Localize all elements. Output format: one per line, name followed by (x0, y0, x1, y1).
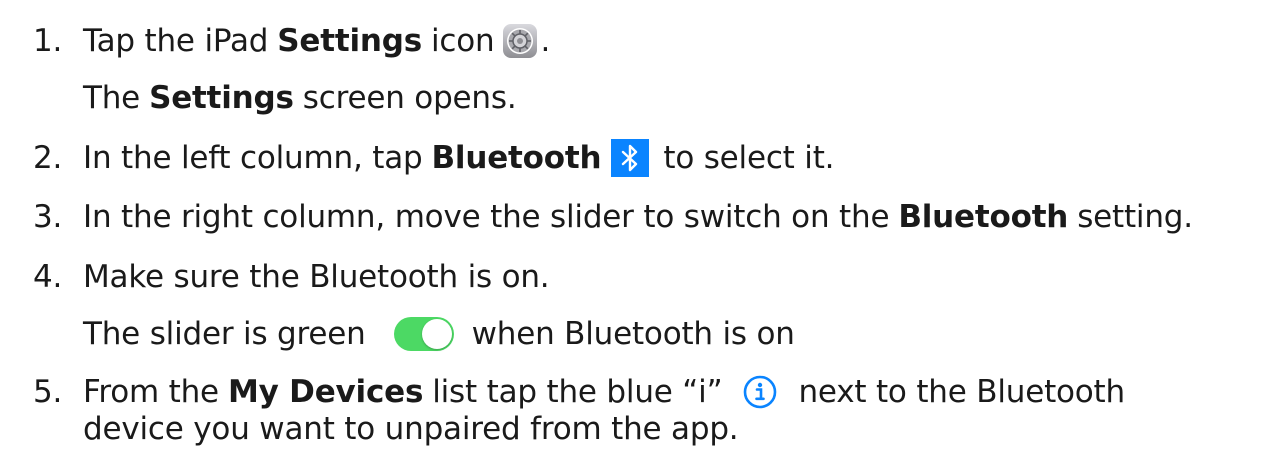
step-4-detail: The slider is green when Bluetooth is on (83, 314, 795, 354)
step-text: to select it. (663, 140, 835, 176)
step-text: screen opens. (302, 80, 517, 116)
step-text: From the (83, 374, 219, 410)
step-bold-text: Settings (277, 23, 422, 59)
step-number: 3. (33, 199, 63, 235)
step-text: Make sure the Bluetooth is on. (83, 259, 550, 295)
step-number: 2. (33, 140, 63, 176)
step-2: 2. In the left column, tap Bluetooth to … (33, 138, 835, 178)
step-1: 1. Tap the iPad Settings icon . (33, 21, 550, 61)
step-text: Tap the iPad (83, 23, 269, 59)
step-text: The (83, 80, 141, 116)
step-bold-text: Bluetooth (898, 199, 1069, 235)
toggle-switch-on-icon (393, 317, 454, 351)
toggle-knob (421, 319, 452, 349)
step-5-continued: device you want to unpaired from the app… (83, 409, 739, 449)
step-text: list tap the blue “i” (432, 374, 723, 410)
step-text: In the right column, move the slider to … (83, 199, 890, 235)
step-text: setting. (1077, 199, 1193, 235)
step-bold-text: My Devices (227, 374, 424, 410)
bluetooth-icon (611, 139, 650, 177)
step-text: . (540, 23, 551, 59)
step-5: 5. From the My Devices list tap the blue… (33, 372, 1125, 412)
step-3: 3. In the right column, move the slider … (33, 197, 1193, 237)
step-4: 4. Make sure the Bluetooth is on. (33, 257, 550, 297)
step-text: device you want to unpaired from the app… (83, 411, 739, 447)
step-number: 5. (33, 374, 63, 410)
step-number: 4. (33, 259, 63, 295)
step-bold-text: Settings (149, 80, 294, 116)
step-1-result: The Settings screen opens. (83, 78, 517, 118)
step-bold-text: Bluetooth (431, 140, 602, 176)
instruction-steps: 1. Tap the iPad Settings icon . The Sett… (0, 0, 1270, 460)
step-text: when Bluetooth is on (471, 316, 795, 352)
step-text: next to the Bluetooth (798, 374, 1125, 410)
step-text: icon (430, 23, 495, 59)
info-circle-icon (742, 374, 778, 410)
step-text: In the left column, tap (83, 140, 423, 176)
settings-gear-icon (502, 23, 538, 59)
step-text: The slider is green (83, 316, 366, 352)
step-number: 1. (33, 23, 63, 59)
